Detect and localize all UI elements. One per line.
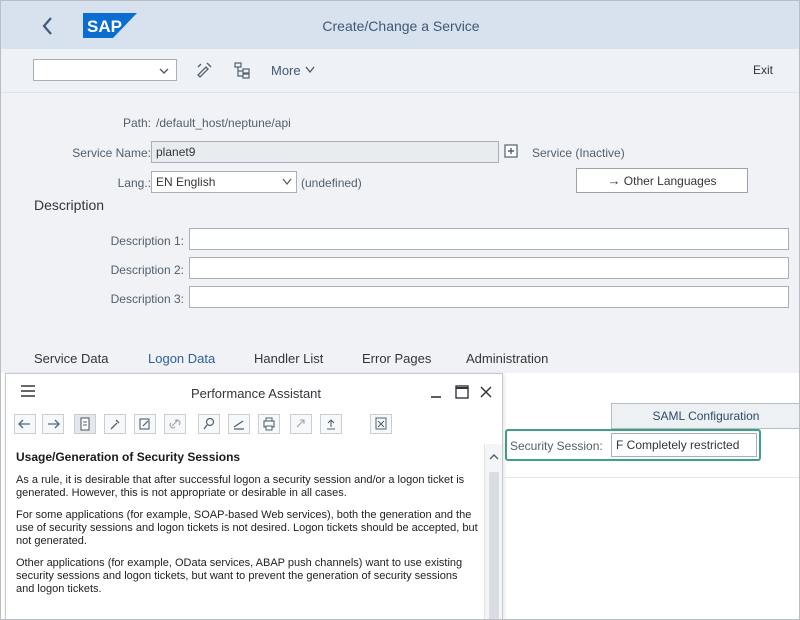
search-tool[interactable] bbox=[198, 414, 220, 434]
maximize-icon bbox=[455, 385, 469, 399]
security-session-label: Security Session: bbox=[510, 439, 603, 453]
upload-icon bbox=[327, 419, 335, 430]
page-title: Create/Change a Service bbox=[322, 18, 480, 34]
assistant-toolbar bbox=[6, 410, 502, 438]
tab-service-data[interactable]: Service Data bbox=[34, 351, 108, 366]
assistant-paragraph: As a rule, it is desirable that after su… bbox=[16, 474, 465, 499]
more-label: More bbox=[271, 63, 301, 78]
toolbar-select[interactable] bbox=[33, 59, 177, 81]
description-3-field[interactable] bbox=[189, 286, 789, 308]
tab-bar: Service Data Logon Data Handler List Err… bbox=[1, 345, 799, 373]
link-tool[interactable] bbox=[164, 414, 186, 434]
tab-administration[interactable]: Administration bbox=[466, 351, 548, 366]
chevron-down-icon bbox=[282, 178, 292, 186]
close-box-icon bbox=[375, 417, 387, 430]
tab-handler-list[interactable]: Handler List bbox=[254, 351, 323, 366]
hierarchy-icon[interactable] bbox=[233, 61, 251, 79]
description-1-field[interactable] bbox=[189, 228, 789, 250]
expand-icon bbox=[296, 419, 305, 428]
document-icon bbox=[80, 417, 90, 431]
assistant-heading: Usage/Generation of Security Sessions bbox=[16, 450, 241, 464]
description-1-label: Description 1: bbox=[110, 234, 184, 248]
saml-configuration-button[interactable]: SAML Configuration bbox=[611, 403, 799, 429]
service-form: Path: /default_host/neptune/api Service … bbox=[1, 93, 799, 373]
lang-label: Lang.: bbox=[117, 176, 151, 190]
path-label: Path: bbox=[122, 116, 151, 130]
edit-icon bbox=[139, 418, 150, 430]
tab-error-pages[interactable]: Error Pages bbox=[362, 351, 431, 366]
upload-tool[interactable] bbox=[320, 414, 342, 434]
minimize-icon bbox=[431, 396, 441, 398]
lang-note: (undefined) bbox=[301, 176, 362, 190]
print-tool[interactable] bbox=[258, 414, 280, 434]
edit-toggle-icon[interactable] bbox=[195, 61, 213, 79]
assistant-paragraph: Other applications (for example, OData s… bbox=[16, 557, 463, 595]
chevron-down-icon bbox=[159, 68, 169, 74]
arrow-right-icon bbox=[48, 419, 60, 429]
description-2-label: Description 2: bbox=[110, 263, 184, 277]
close-button[interactable] bbox=[480, 385, 492, 401]
assistant-content: Usage/Generation of Security Sessions As… bbox=[16, 444, 478, 619]
forward-tool[interactable] bbox=[42, 414, 64, 434]
link-icon bbox=[169, 419, 181, 429]
toolbar: More Exit bbox=[1, 49, 799, 93]
other-languages-button[interactable]: → Other Languages bbox=[576, 168, 748, 193]
minimize-button[interactable] bbox=[430, 385, 442, 401]
arrow-left-icon bbox=[18, 419, 30, 429]
divider bbox=[505, 477, 799, 478]
highlight-tool[interactable] bbox=[228, 414, 250, 434]
technical-info-tool[interactable] bbox=[104, 414, 126, 434]
wrench-icon bbox=[110, 419, 120, 430]
security-session-field[interactable]: F Completely restricted bbox=[611, 433, 757, 457]
assistant-title-bar[interactable]: Performance Assistant bbox=[6, 374, 502, 410]
assistant-paragraph: For some applications (for example, SOAP… bbox=[16, 509, 478, 547]
service-status: Service (Inactive) bbox=[532, 146, 625, 160]
marker-icon bbox=[233, 420, 244, 430]
document-tool[interactable] bbox=[74, 414, 96, 434]
description-3-label: Description 3: bbox=[110, 292, 184, 306]
expand-tool[interactable] bbox=[290, 414, 312, 434]
tab-logon-data[interactable]: Logon Data bbox=[148, 351, 215, 366]
close-tool[interactable] bbox=[370, 414, 392, 434]
other-languages-label: Other Languages bbox=[623, 174, 717, 188]
assistant-scrollbar[interactable] bbox=[484, 444, 502, 619]
path-value: /default_host/neptune/api bbox=[156, 116, 291, 130]
close-icon bbox=[480, 386, 492, 398]
lang-select[interactable]: EN English bbox=[151, 171, 297, 193]
maximize-button[interactable] bbox=[455, 385, 469, 401]
value-help-icon[interactable] bbox=[504, 144, 518, 158]
exit-button[interactable]: Exit bbox=[753, 63, 773, 77]
back-tool[interactable] bbox=[14, 414, 36, 434]
performance-assistant-window: Performance Assistant Usage/Generation o… bbox=[5, 373, 503, 619]
search-icon bbox=[203, 417, 215, 430]
service-name-label: Service Name: bbox=[72, 146, 151, 160]
service-name-field[interactable]: planet9 bbox=[151, 141, 499, 163]
description-section-title: Description bbox=[34, 197, 105, 213]
app-window: SAP Create/Change a Service More Exit Pa… bbox=[0, 0, 800, 620]
arrow-right-icon: → bbox=[607, 173, 621, 188]
more-menu-button[interactable]: More bbox=[271, 63, 316, 78]
chevron-up-icon[interactable] bbox=[488, 452, 500, 462]
shell-header: SAP Create/Change a Service bbox=[1, 1, 799, 49]
lang-select-value: EN English bbox=[156, 175, 216, 189]
chevron-down-icon bbox=[305, 66, 315, 74]
description-2-field[interactable] bbox=[189, 257, 789, 279]
edit-tool[interactable] bbox=[134, 414, 156, 434]
print-icon bbox=[263, 417, 275, 431]
scrollbar-thumb[interactable] bbox=[489, 472, 499, 619]
